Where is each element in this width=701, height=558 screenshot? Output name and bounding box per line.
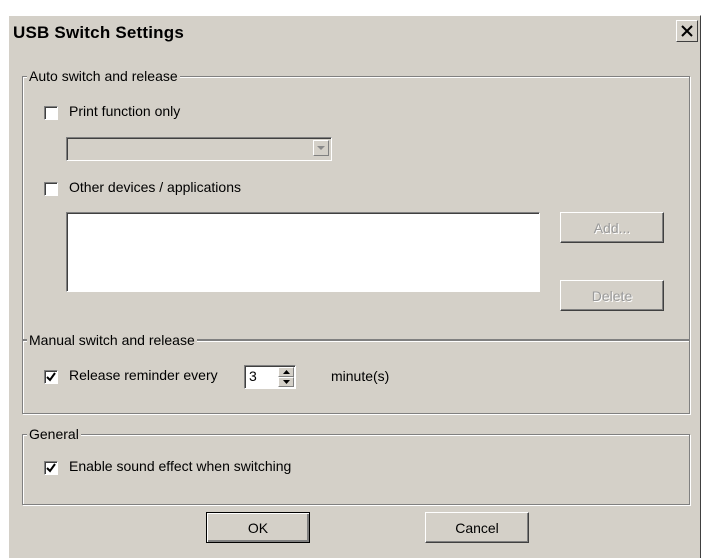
manual-switch-group: Manual switch and release Release remind… xyxy=(22,332,690,414)
other-devices-label: Other devices / applications xyxy=(69,179,241,195)
add-button[interactable]: Add... xyxy=(560,212,664,243)
usb-switch-settings-dialog: USB Switch Settings Auto switch and rele… xyxy=(8,15,701,558)
printer-select-dropdown-button[interactable] xyxy=(313,140,329,156)
manual-switch-legend: Manual switch and release xyxy=(27,332,197,348)
window-title: USB Switch Settings xyxy=(13,23,184,42)
cancel-button[interactable]: Cancel xyxy=(425,512,529,543)
chevron-down-icon xyxy=(317,145,325,150)
delete-button[interactable]: Delete xyxy=(560,280,664,311)
reminder-minutes-field[interactable]: 3 xyxy=(244,365,296,389)
print-function-only-checkbox[interactable] xyxy=(44,106,58,120)
auto-switch-group: Auto switch and release Print function o… xyxy=(22,68,690,340)
print-function-only-label: Print function only xyxy=(69,103,181,119)
reminder-minutes-value: 3 xyxy=(249,368,257,384)
ok-button-label: OK xyxy=(247,519,269,536)
devices-list[interactable] xyxy=(66,212,540,292)
spin-up-icon xyxy=(282,370,290,374)
cancel-button-label: Cancel xyxy=(455,519,499,536)
other-devices-checkbox[interactable] xyxy=(44,182,58,196)
sound-effect-checkbox[interactable] xyxy=(44,461,58,475)
printer-select[interactable] xyxy=(66,137,332,161)
checkmark-icon xyxy=(46,372,56,382)
close-icon xyxy=(681,25,693,37)
release-reminder-checkbox[interactable] xyxy=(44,370,58,384)
spin-down-icon xyxy=(282,380,290,384)
reminder-unit-label: minute(s) xyxy=(331,368,390,384)
general-group: General Enable sound effect when switchi… xyxy=(22,426,690,505)
title-bar[interactable]: USB Switch Settings xyxy=(9,16,700,50)
delete-button-label: Delete xyxy=(591,287,633,304)
ok-button[interactable]: OK xyxy=(206,512,310,543)
general-legend: General xyxy=(27,426,81,442)
close-button[interactable] xyxy=(676,20,698,42)
sound-effect-label: Enable sound effect when switching xyxy=(69,458,292,474)
reminder-spin-up[interactable] xyxy=(278,367,294,377)
auto-switch-legend: Auto switch and release xyxy=(27,68,180,84)
add-button-label: Add... xyxy=(593,219,631,236)
release-reminder-label: Release reminder every xyxy=(69,367,218,383)
checkmark-icon xyxy=(46,463,56,473)
reminder-spin-down[interactable] xyxy=(278,377,294,387)
